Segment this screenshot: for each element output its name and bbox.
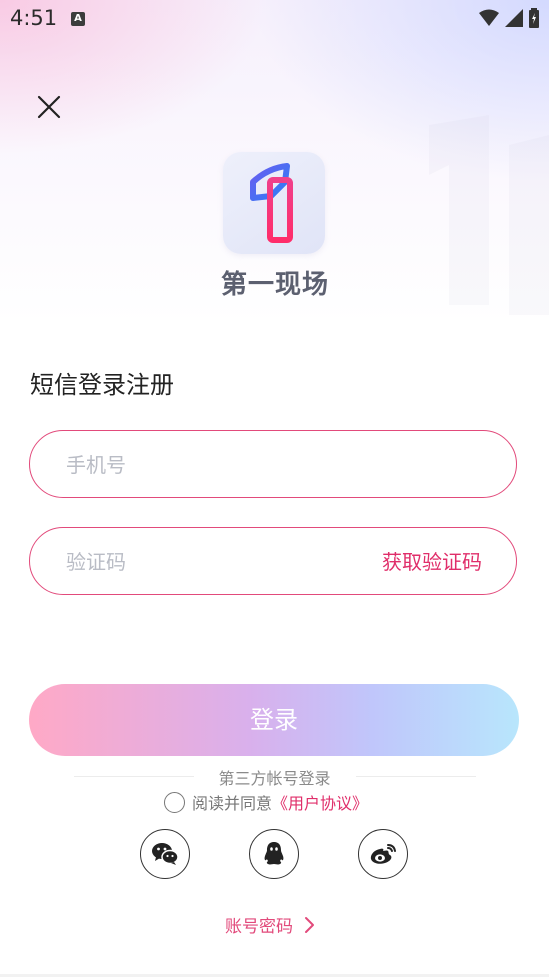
battery-icon bbox=[529, 8, 539, 28]
wechat-icon bbox=[152, 843, 179, 865]
app-logo bbox=[223, 152, 325, 254]
notification-icon: A bbox=[71, 12, 85, 26]
account-password-login-link[interactable]: 账号密码 bbox=[225, 912, 319, 937]
agreement-row: 阅读并同意 《用户协议》 bbox=[164, 789, 368, 815]
get-code-button[interactable]: 获取验证码 bbox=[382, 528, 482, 596]
logo-one-icon bbox=[250, 163, 293, 243]
status-bar: 4:51 A bbox=[0, 0, 549, 36]
third-party-label: 第三方帐号登录 bbox=[218, 769, 331, 788]
signal-icon bbox=[505, 9, 523, 27]
status-time: 4:51 bbox=[10, 6, 58, 30]
qq-login-button[interactable] bbox=[249, 829, 299, 879]
account-password-label: 账号密码 bbox=[225, 917, 293, 937]
qq-icon bbox=[264, 842, 284, 865]
user-agreement-link[interactable]: 《用户协议》 bbox=[272, 790, 368, 814]
phone-field-container bbox=[29, 430, 517, 499]
code-field-container: 获取验证码 bbox=[29, 527, 517, 596]
wechat-login-button[interactable] bbox=[140, 829, 190, 879]
page-title: 短信登录注册 bbox=[30, 371, 174, 399]
agree-text: 阅读并同意 bbox=[192, 794, 273, 813]
wifi-icon bbox=[479, 9, 499, 26]
login-button[interactable]: 登录 bbox=[29, 684, 519, 756]
chevron-right-icon bbox=[305, 916, 314, 933]
agree-radio[interactable] bbox=[164, 791, 185, 813]
phone-input[interactable] bbox=[64, 431, 368, 499]
close-icon bbox=[37, 95, 61, 119]
weibo-icon bbox=[370, 844, 396, 864]
third-party-divider: 第三方帐号登录 bbox=[0, 765, 549, 789]
weibo-login-button[interactable] bbox=[358, 829, 408, 879]
close-button[interactable] bbox=[34, 92, 64, 122]
brand-watermark bbox=[429, 115, 549, 315]
verification-code-input[interactable] bbox=[64, 528, 368, 596]
brand-name: 第一现场 bbox=[220, 270, 329, 300]
